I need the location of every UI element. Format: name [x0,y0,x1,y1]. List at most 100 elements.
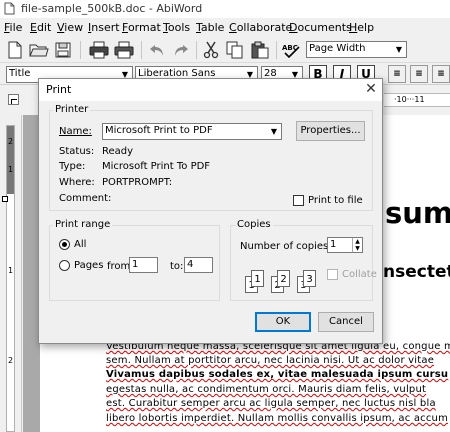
paste-clipboard-icon [251,41,269,59]
toolbar-separator [141,41,142,59]
document-app-icon [4,2,15,15]
collate-illustration-page: 2 [277,270,290,287]
menu-view[interactable]: View [57,21,83,34]
status-label: Status: [59,146,95,157]
spell-check-icon: ABC [282,44,300,58]
vruler-number: 1 [8,266,14,275]
dialog-title-bar: Print ✕ [39,79,382,101]
where-label: Where: [59,177,95,188]
redo-arrow-icon [175,45,188,56]
from-page-input[interactable]: 1 [129,257,158,273]
pages-label: Pages [74,260,104,271]
vruler-marker[interactable] [2,196,8,202]
doc-text-line: libero lobortis imperdiet. Nullam mollis… [106,413,449,424]
ok-button[interactable]: OK [255,312,311,332]
print-range-group-label: Print range [53,219,113,230]
toolbar-separator [276,41,277,59]
chevron-down-icon: ▼ [270,127,278,136]
menu-documents[interactable]: Documents [289,21,352,34]
print-preview-icon [114,41,134,59]
print-preview-button[interactable] [113,40,135,60]
properties-button[interactable]: Properties... [296,121,365,141]
redo-button[interactable] [170,40,192,60]
print-to-file-label: Print to file [308,195,363,206]
open-folder-icon [29,44,49,57]
copy-button[interactable] [224,40,246,60]
style-select-value: Title [9,68,31,79]
vruler-number: 2 [8,356,14,365]
align-left-button[interactable]: ≡ [388,65,406,83]
vruler-number: 2 [8,137,14,146]
type-value: Microsoft Print To PDF [102,161,211,172]
new-document-icon [8,41,22,59]
printer-icon [89,41,109,59]
save-button[interactable] [52,40,74,60]
copies-spinner[interactable]: ▲ ▼ [352,238,362,252]
doc-heading-1: sum [385,196,450,230]
printer-name-select[interactable]: Microsoft Print to PDF ▼ [102,123,282,140]
undo-button[interactable] [146,40,168,60]
to-page-input[interactable]: 4 [184,257,213,273]
where-value: PORTPROMPT: [102,177,173,188]
menu-collaborate[interactable]: Collaborate [229,21,292,34]
type-label: Type: [59,161,86,172]
doc-text-line: Vivamus dapibus sodales ex, vitae malesu… [106,369,449,380]
paste-button[interactable] [249,40,271,60]
align-right-button[interactable]: ≡ [432,65,450,83]
menu-insert[interactable]: Insert [88,21,120,34]
horizontal-ruler[interactable]: ·10···11 [384,93,450,107]
status-value: Ready [102,146,134,157]
menu-tools[interactable]: Tools [163,21,190,34]
title-bar: file-sample_500kB.doc - AbiWord [0,0,450,18]
toolbar-separator [80,41,81,59]
printer-name-value: Microsoft Print to PDF [105,125,213,136]
all-label: All [74,239,87,250]
print-button[interactable] [88,40,110,60]
print-to-file-checkbox[interactable] [293,195,304,206]
doc-text-line: sem. Nullam at porttitor arcu, nec lacin… [106,355,435,366]
zoom-select[interactable]: Page Width ▼ [306,41,407,58]
menu-edit[interactable]: Edit [30,21,51,34]
collate-illustration-page: 3 [303,270,316,287]
chevron-down-icon: ▼ [395,45,403,54]
copies-group-label: Copies [235,219,273,230]
page-range-radio[interactable] [59,260,70,271]
close-icon[interactable]: ✕ [363,81,379,97]
zoom-select-value: Page Width [309,43,366,54]
copy-icon [226,41,243,59]
scissors-icon [203,41,219,59]
copies-value: 1 [330,239,337,250]
ruler-numbers: ·10···11 [394,95,425,104]
number-of-copies-label: Number of copies: [240,241,332,252]
doc-text-line: est. Curabitur semper arcu ac ligula sem… [106,398,436,409]
standard-toolbar: ABC Page Width ▼ [0,37,450,63]
comment-label: Comment: [59,193,112,204]
all-pages-radio[interactable] [59,239,70,250]
printer-group-label: Printer [53,104,91,115]
menu-file[interactable]: File [4,21,22,34]
window-title: file-sample_500kB.doc - AbiWord [21,2,203,15]
cut-button[interactable] [200,40,222,60]
collate-checkbox[interactable] [327,269,338,280]
menu-help[interactable]: Help [349,21,374,34]
doc-heading-2: nsectetu [383,262,450,282]
menu-format[interactable]: Format [122,21,161,34]
align-center-button[interactable]: ≡ [410,65,428,83]
menu-bar: File Edit View Insert Format Tools Table… [0,18,450,37]
vruler-number: 1 [8,165,14,174]
toolbar-separator [196,41,197,59]
doc-text-line: egestas nulla, ac condimentum orci. Maur… [106,384,427,395]
new-document-button[interactable] [4,40,26,60]
dialog-title: Print [46,83,72,96]
print-dialog: Print ✕ Printer Name: Microsoft Print to… [38,78,383,344]
open-button[interactable] [28,40,50,60]
copies-input[interactable]: 1 ▲ ▼ [327,237,363,253]
collate-illustration-page: 1 [251,270,264,287]
spell-check-button[interactable]: ABC [281,40,303,60]
collate-label: Collate [342,269,377,280]
undo-arrow-icon [150,45,163,56]
cancel-button[interactable]: Cancel [318,312,374,332]
menu-table[interactable]: Table [196,21,224,34]
tab-stop-selector[interactable] [8,94,19,105]
save-disk-icon [55,42,71,58]
